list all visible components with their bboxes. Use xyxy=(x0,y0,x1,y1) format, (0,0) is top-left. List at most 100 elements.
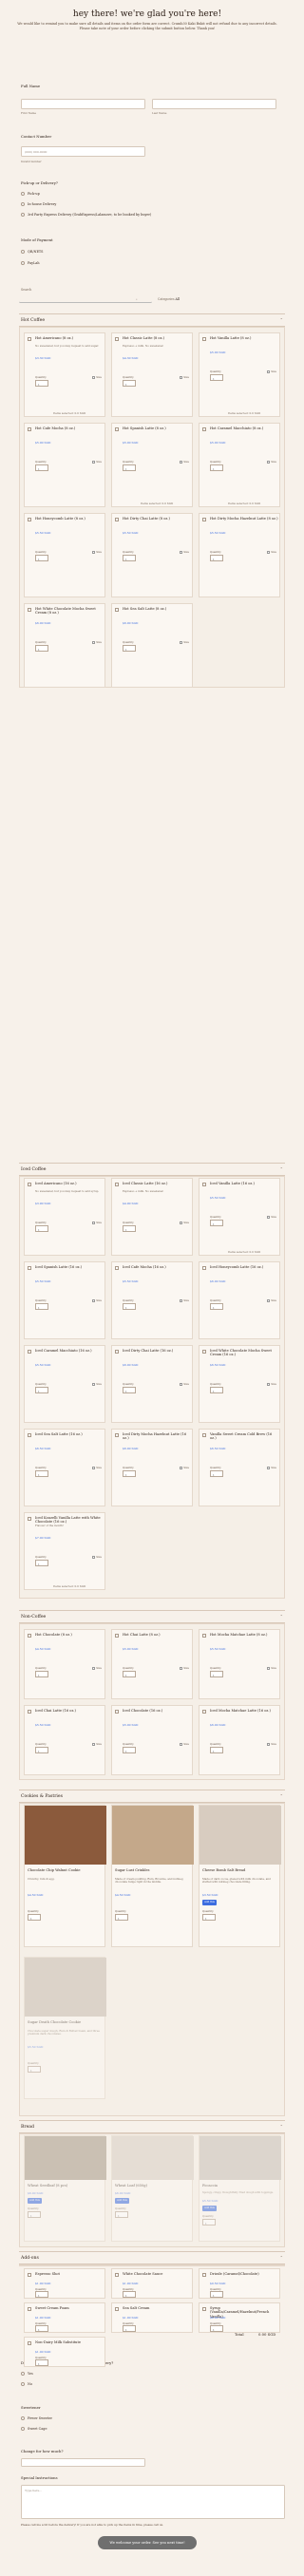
checkbox[interactable] xyxy=(28,2341,31,2345)
checkbox[interactable] xyxy=(28,1710,31,1714)
sweetener-option-1[interactable]: Fewer Sweeter xyxy=(21,2416,52,2420)
checkbox[interactable] xyxy=(28,2307,31,2311)
categories-dropdown[interactable]: Categories All xyxy=(158,297,180,301)
checkbox[interactable] xyxy=(202,427,206,431)
product-card[interactable]: Iced Chocolate (16 oz.) $5.00 SGD Quantity… xyxy=(111,1705,193,1775)
product-card[interactable]: Hot Cafe Mocha (8 oz.) $5.00 SGD Quantity 1… xyxy=(24,423,105,507)
product-card[interactable]: Hot White Chocolate Mocha Sweet Cream (8… xyxy=(24,603,105,688)
product-card[interactable]: Hot Spanish Latte (8 oz.) $5.00 SGD Quanti… xyxy=(111,423,193,507)
quantity-select[interactable]: 1 xyxy=(123,645,136,652)
product-card[interactable]: Cheese Bomb Salt Bread Made of dark cocoa… xyxy=(199,1805,281,1947)
quantity-select[interactable]: 1 xyxy=(115,2211,128,2218)
quantity-select[interactable]: 1 xyxy=(123,464,136,471)
utensils-yes[interactable]: Yes xyxy=(21,2372,33,2376)
size-select[interactable]: Size xyxy=(180,1742,189,1746)
product-card[interactable]: Hot Chai Latte (8 oz.) $5.00 SGD Quantity 1… xyxy=(111,1629,193,1699)
addon-card[interactable]: White Chocolate Sauce $1.00 SGD Quantity 1 xyxy=(111,2268,193,2299)
checkbox[interactable] xyxy=(202,1350,206,1354)
quantity-select[interactable]: 1 xyxy=(28,1914,41,1921)
product-card[interactable]: Hot Mocha Matchae Latte (8 oz.) $5.50 SGD… xyxy=(199,1629,280,1699)
section-header-non_coffee[interactable]: Non-Coffee ⌃ xyxy=(19,1610,285,1623)
quantity-select[interactable]: 1 xyxy=(210,1387,223,1393)
quantity-select[interactable]: 1 xyxy=(123,2291,136,2298)
chevron-up-icon[interactable]: ⌃ xyxy=(280,2124,283,2129)
search-input[interactable] xyxy=(19,295,152,303)
size-select[interactable]: Size xyxy=(92,375,102,379)
product-card[interactable]: Iced Vanilla Latte (16 oz.) $5.50 SGD Quan… xyxy=(199,1178,280,1256)
add-button[interactable]: Add this xyxy=(202,1900,217,1905)
chevron-up-icon[interactable]: ⌃ xyxy=(280,2255,283,2260)
size-select[interactable]: Size xyxy=(180,460,189,464)
chevron-up-icon[interactable]: ⌃ xyxy=(280,1793,283,1798)
product-card[interactable]: Sugar Lust Crinkles Made of cream pudding… xyxy=(111,1805,194,1947)
checkbox[interactable] xyxy=(202,337,206,341)
product-card[interactable]: Iced Dirty Chai Latte (16 oz.) $6.00 SGD Q… xyxy=(111,1345,193,1423)
checkbox[interactable] xyxy=(115,1433,119,1437)
product-card[interactable]: Iced Sea Salt Latte (16 oz.) $6.50 SGD Qua… xyxy=(24,1429,105,1506)
quantity-select[interactable]: 1 xyxy=(35,2359,48,2366)
quantity-select[interactable]: 1 xyxy=(35,1671,48,1677)
quantity-select[interactable]: 1 xyxy=(210,555,223,561)
chevron-up-icon[interactable]: ⌃ xyxy=(280,1166,283,1171)
checkbox[interactable] xyxy=(28,427,31,431)
checkbox[interactable] xyxy=(202,2307,206,2311)
product-card[interactable]: Hot Honeycomb Latte (8 oz.) $5.50 SGD Quan… xyxy=(24,513,105,597)
quantity-select[interactable]: 1 xyxy=(35,2325,48,2332)
product-card[interactable]: Wheat Seedloaf (8 pcs) $6.00 SGD Add this Q… xyxy=(24,2135,106,2242)
pickup-option-1[interactable]: Pick-up xyxy=(21,192,40,196)
quantity-select[interactable]: 1 xyxy=(123,2325,136,2332)
checkbox[interactable] xyxy=(202,1266,206,1270)
size-select[interactable]: Size xyxy=(267,550,276,554)
checkbox[interactable] xyxy=(28,608,31,612)
checkbox[interactable] xyxy=(28,518,31,521)
checkbox[interactable] xyxy=(115,1350,119,1354)
quantity-select[interactable]: 1 xyxy=(35,1560,48,1566)
product-card[interactable]: Hot Vanilla Latte (8 oz.) $5.00 SGD Quanti… xyxy=(199,332,280,417)
checkbox[interactable] xyxy=(115,608,119,612)
checkbox[interactable] xyxy=(28,1183,31,1186)
quantity-select[interactable]: 1 xyxy=(35,1387,48,1393)
size-select[interactable]: Size xyxy=(267,369,276,373)
checkbox[interactable] xyxy=(202,518,206,521)
size-select[interactable]: Size xyxy=(180,1466,189,1469)
size-select[interactable]: Size xyxy=(180,1221,189,1224)
quantity-select[interactable]: 1 xyxy=(210,1747,223,1753)
utensils-no[interactable]: No xyxy=(21,2382,32,2386)
quantity-select[interactable]: 1 xyxy=(123,1747,136,1753)
quantity-select[interactable]: 1 xyxy=(35,555,48,561)
size-select[interactable]: Size xyxy=(92,1742,102,1746)
product-card[interactable]: Vanilla Sweet Cream Cold Brew (16 oz.) $6… xyxy=(199,1429,280,1506)
quantity-select[interactable]: 1 xyxy=(35,1225,48,1232)
quantity-select[interactable]: 1 xyxy=(28,2211,41,2218)
addon-card[interactable]: Espresso Shot $1.00 SGD Quantity 1 xyxy=(24,2268,105,2299)
sweetener-option-2[interactable]: Sweet Cage xyxy=(21,2427,47,2431)
checkbox[interactable] xyxy=(115,1266,119,1270)
checkbox[interactable] xyxy=(202,1634,206,1638)
checkbox[interactable] xyxy=(28,1266,31,1270)
checkbox[interactable] xyxy=(115,427,119,431)
section-header-cookies[interactable]: Cookies & Pastries ⌃ xyxy=(19,1790,285,1803)
product-card[interactable]: Iced Spanish Latte (16 oz.) $5.50 SGD Quan… xyxy=(24,1261,105,1339)
size-select[interactable]: Size xyxy=(92,460,102,464)
quantity-select[interactable]: 1 xyxy=(210,1220,223,1226)
section-header-bread[interactable]: Bread ⌃ xyxy=(19,2120,285,2133)
size-select[interactable]: Size xyxy=(180,1298,189,1302)
quantity-select[interactable]: 1 xyxy=(123,380,136,387)
size-select[interactable]: Size xyxy=(267,1382,276,1386)
checkbox[interactable] xyxy=(115,1634,119,1638)
size-select[interactable]: Size xyxy=(267,1666,276,1670)
product-card[interactable]: Iced White Chocolate Mocha Sweet Cream (… xyxy=(199,1345,280,1423)
section-header-addons[interactable]: Add-ons ⌃ xyxy=(19,2251,285,2264)
checkbox[interactable] xyxy=(115,1710,119,1714)
product-card[interactable]: Hot Chocolate (8 oz.) $4.50 SGD Quantity 1 S… xyxy=(24,1629,105,1699)
add-button[interactable]: Add this xyxy=(202,2206,217,2211)
size-select[interactable]: Size xyxy=(267,1466,276,1469)
quantity-select[interactable]: 1 xyxy=(123,1387,136,1393)
quantity-select[interactable]: 1 xyxy=(210,1470,223,1477)
checkbox[interactable] xyxy=(28,1517,31,1521)
section-header-iced_coffee[interactable]: Iced Coffee ⌃ xyxy=(19,1163,285,1176)
quantity-select[interactable]: 1 xyxy=(123,1303,136,1310)
quantity-select[interactable]: 1 xyxy=(35,1303,48,1310)
product-card[interactable]: Iced Mocha Matchae Latte (16 oz.) $6.00 S… xyxy=(199,1705,280,1775)
checkbox[interactable] xyxy=(202,1433,206,1437)
